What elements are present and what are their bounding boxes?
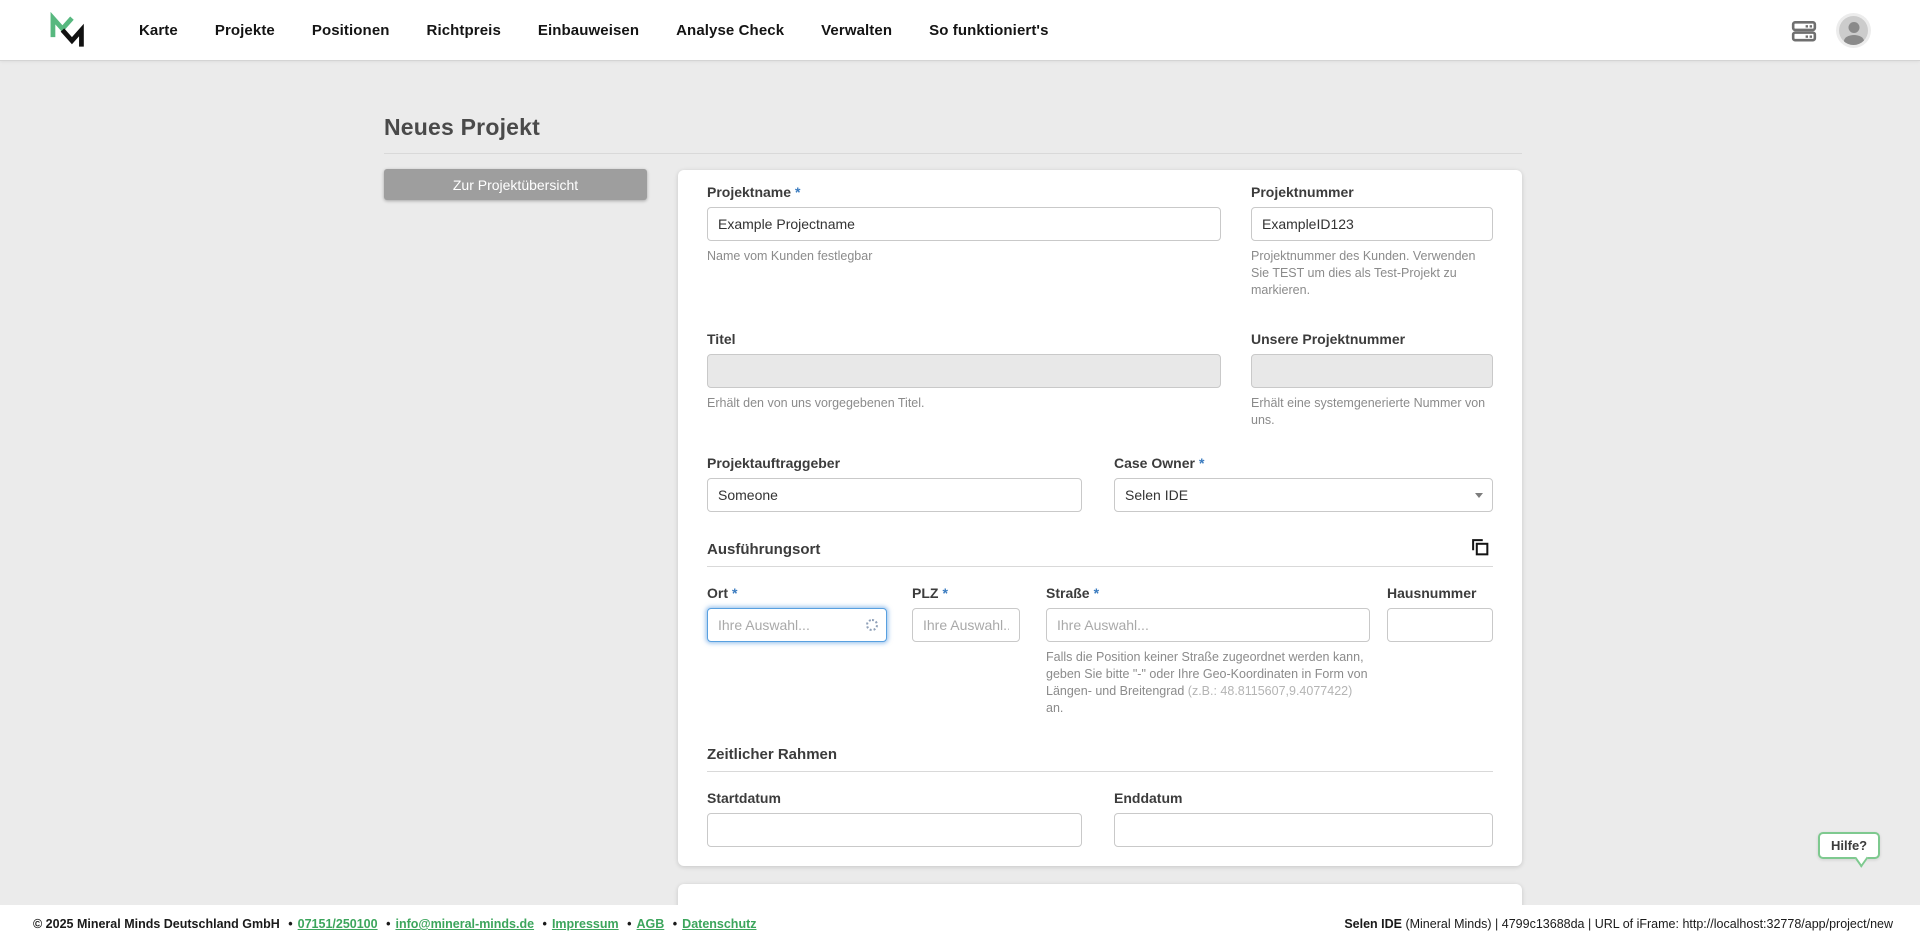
loading-spinner-icon: [866, 619, 878, 631]
unsere-projektnummer-input: [1251, 354, 1493, 388]
server-icon[interactable]: [1791, 18, 1817, 44]
footer-link-email[interactable]: info@mineral-minds.de: [395, 917, 534, 931]
copyright-text: © 2025 Mineral Minds Deutschland GmbH: [33, 917, 280, 931]
field-case-owner: Case Owner* Selen IDE: [1114, 455, 1493, 512]
projektnummer-label: Projektnummer: [1251, 184, 1493, 201]
required-marker: *: [795, 184, 800, 200]
zeitlicher-rahmen-section-header: Zeitlicher Rahmen: [707, 746, 1493, 772]
projektname-label: Projektname*: [707, 184, 1221, 201]
projektname-input[interactable]: [707, 207, 1221, 241]
nav-item-einbauweisen[interactable]: Einbauweisen: [538, 22, 639, 39]
footer-link-phone[interactable]: 07151/250100: [298, 917, 378, 931]
new-project-form-card: Projektname* Name vom Kunden festlegbar …: [678, 170, 1522, 866]
field-ort: Ort*: [707, 585, 887, 717]
footer-left: © 2025 Mineral Minds Deutschland GmbH •0…: [33, 917, 757, 931]
field-startdatum: Startdatum: [707, 790, 1082, 847]
required-marker: *: [942, 585, 947, 601]
nav-item-karte[interactable]: Karte: [139, 22, 178, 39]
footer-link-agb[interactable]: AGB: [637, 917, 665, 931]
nav-item-projekte[interactable]: Projekte: [215, 22, 275, 39]
titel-hint: Erhält den von uns vorgegebenen Titel.: [707, 395, 1221, 412]
top-navbar: Karte Projekte Positionen Richtpreis Ein…: [0, 0, 1920, 61]
field-unsere-projektnummer: Unsere Projektnummer Erhält eine systemg…: [1251, 331, 1493, 429]
plz-input[interactable]: [912, 608, 1020, 642]
projektname-hint: Name vom Kunden festlegbar: [707, 248, 1221, 265]
navbar-actions: [1791, 0, 1868, 61]
nav-item-verwalten[interactable]: Verwalten: [821, 22, 892, 39]
help-button[interactable]: Hilfe?: [1818, 832, 1880, 859]
required-marker: *: [1199, 455, 1204, 471]
unsere-projektnummer-label: Unsere Projektnummer: [1251, 331, 1493, 348]
field-plz: PLZ*: [912, 585, 1020, 717]
projektauftraggeber-input[interactable]: [707, 478, 1082, 512]
nav-item-positionen[interactable]: Positionen: [312, 22, 390, 39]
zeitlicher-rahmen-heading: Zeitlicher Rahmen: [707, 746, 1493, 764]
hausnummer-label: Hausnummer: [1387, 585, 1493, 602]
projektauftraggeber-label: Projektauftraggeber: [707, 455, 1082, 472]
avatar-body-icon: [1844, 35, 1864, 45]
section-divider: [707, 771, 1493, 772]
field-projektauftraggeber: Projektauftraggeber: [707, 455, 1082, 512]
field-titel: Titel Erhält den von uns vorgegebenen Ti…: [707, 331, 1221, 429]
nav-item-richtpreis[interactable]: Richtpreis: [427, 22, 501, 39]
copy-icon[interactable]: [1469, 535, 1493, 559]
required-marker: *: [732, 585, 737, 601]
footer-link-datenschutz[interactable]: Datenschutz: [682, 917, 756, 931]
field-projektname: Projektname* Name vom Kunden festlegbar: [707, 184, 1221, 299]
nav-item-analyse-check[interactable]: Analyse Check: [676, 22, 784, 39]
titel-input: [707, 354, 1221, 388]
chevron-down-icon: [1475, 493, 1483, 498]
user-avatar[interactable]: [1839, 16, 1868, 45]
footer: © 2025 Mineral Minds Deutschland GmbH •0…: [0, 905, 1920, 943]
section-divider: [707, 566, 1493, 567]
projektnummer-input[interactable]: [1251, 207, 1493, 241]
zur-projektuebersicht-button[interactable]: Zur Projektübersicht: [384, 169, 647, 200]
title-divider: [384, 153, 1522, 154]
ausfuehrungsort-section-header: Ausführungsort: [707, 541, 1493, 567]
case-owner-select[interactable]: Selen IDE: [1114, 478, 1493, 512]
startdatum-input[interactable]: [707, 813, 1082, 847]
page-title: Neues Projekt: [384, 114, 540, 141]
nav-item-so-funktionierts[interactable]: So funktioniert's: [929, 22, 1048, 39]
footer-session-info: Selen IDE (Mineral Minds) | 4799c13688da…: [1344, 917, 1893, 931]
strasse-label: Straße*: [1046, 585, 1370, 602]
ort-label: Ort*: [707, 585, 887, 602]
footer-link-impressum[interactable]: Impressum: [552, 917, 619, 931]
required-marker: *: [1094, 585, 1099, 601]
enddatum-input[interactable]: [1114, 813, 1493, 847]
startdatum-label: Startdatum: [707, 790, 1082, 807]
case-owner-label: Case Owner*: [1114, 455, 1493, 472]
field-hausnummer: Hausnummer: [1387, 585, 1493, 717]
mineral-minds-logo[interactable]: [47, 8, 85, 52]
strasse-hint: Falls die Position keiner Straße zugeord…: [1046, 649, 1370, 717]
main-nav: Karte Projekte Positionen Richtpreis Ein…: [139, 22, 1049, 39]
strasse-input[interactable]: [1046, 608, 1370, 642]
enddatum-label: Enddatum: [1114, 790, 1493, 807]
avatar-head-icon: [1848, 22, 1859, 33]
titel-label: Titel: [707, 331, 1221, 348]
projektnummer-hint: Projektnummer des Kunden. Verwenden Sie …: [1251, 248, 1493, 299]
field-projektnummer: Projektnummer Projektnummer des Kunden. …: [1251, 184, 1493, 299]
field-strasse: Straße* Falls die Position keiner Straße…: [1046, 585, 1370, 717]
case-owner-selected-value: Selen IDE: [1125, 487, 1188, 503]
ausfuehrungsort-heading: Ausführungsort: [707, 541, 1493, 559]
hausnummer-input[interactable]: [1387, 608, 1493, 642]
ort-input[interactable]: [707, 608, 887, 642]
unsere-projektnummer-hint: Erhält eine systemgenerierte Nummer von …: [1251, 395, 1493, 429]
field-enddatum: Enddatum: [1114, 790, 1493, 847]
plz-label: PLZ*: [912, 585, 1020, 602]
